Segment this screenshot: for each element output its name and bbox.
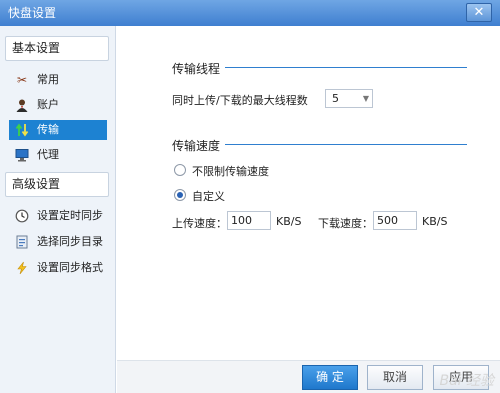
download-speed-unit: KB/S — [422, 215, 448, 228]
speed-divider — [225, 144, 467, 145]
max-threads-label: 同时上传/下载的最大线程数 — [172, 94, 308, 107]
sidebar-item-label: 设置同步格式 — [37, 261, 103, 274]
title-bar: 快盘设置 ✕ — [0, 0, 500, 26]
lightning-icon — [15, 261, 29, 275]
folder-icon — [15, 235, 29, 249]
advanced-settings-header[interactable]: 高级设置 — [5, 172, 109, 197]
close-button[interactable]: ✕ — [466, 3, 492, 22]
sidebar-item-label: 传输 — [37, 123, 59, 136]
tools-icon: ✂ — [16, 73, 28, 87]
window-title: 快盘设置 — [8, 6, 57, 20]
sidebar-item-label: 代理 — [37, 148, 59, 161]
sidebar-item-label: 设置定时同步 — [37, 209, 103, 222]
custom-speed-radio[interactable] — [174, 189, 186, 201]
sidebar: 基本设置 ✂ 常用 账户 传输 代理 高级设置 设置定时同步 选择同步目录 设置… — [0, 26, 116, 393]
max-threads-select[interactable]: 5 ▼ — [325, 89, 373, 108]
watermark: Bai 经验 — [439, 373, 494, 389]
basic-settings-header[interactable]: 基本设置 — [5, 36, 109, 61]
download-speed-input[interactable]: 500 — [373, 211, 417, 230]
download-speed-label: 下载速度： — [318, 217, 373, 230]
chevron-down-icon: ▼ — [362, 94, 369, 103]
sidebar-item-transfer[interactable]: 传输 — [9, 120, 107, 140]
sidebar-item-account[interactable]: 账户 — [9, 95, 107, 115]
monitor-icon — [15, 148, 29, 162]
speed-group-title: 传输速度 — [172, 139, 221, 153]
custom-speed-label[interactable]: 自定义 — [192, 188, 225, 204]
sidebar-item-label: 账户 — [37, 98, 59, 111]
upload-speed-input[interactable]: 100 — [227, 211, 271, 230]
transfer-icon — [15, 123, 29, 137]
sidebar-item-proxy[interactable]: 代理 — [9, 145, 107, 165]
unlimited-speed-label[interactable]: 不限制传输速度 — [192, 163, 269, 179]
sidebar-item-label: 常用 — [37, 73, 59, 86]
clock-icon — [15, 209, 29, 223]
threads-group-title: 传输线程 — [172, 62, 221, 76]
close-icon: ✕ — [473, 5, 485, 20]
ok-button[interactable]: 确 定 — [302, 365, 358, 390]
user-icon — [15, 98, 29, 112]
sidebar-item-scheduled-sync[interactable]: 设置定时同步 — [9, 206, 107, 226]
transfer-settings-panel: 传输线程 同时上传/下载的最大线程数 5 ▼ 传输速度 不限制传输速度 自定义 … — [117, 26, 500, 360]
upload-speed-unit: KB/S — [276, 215, 302, 228]
sidebar-item-general[interactable]: ✂ 常用 — [9, 70, 107, 90]
max-threads-value: 5 — [332, 92, 339, 105]
upload-speed-label: 上传速度： — [172, 217, 227, 230]
sidebar-item-sync-directory[interactable]: 选择同步目录 — [9, 232, 107, 252]
threads-divider — [225, 67, 467, 68]
settings-window: 快盘设置 ✕ 基本设置 ✂ 常用 账户 传输 代理 高级设置 设置定时同步 选择… — [0, 0, 500, 393]
sidebar-item-label: 选择同步目录 — [37, 235, 103, 248]
cancel-button[interactable]: 取消 — [367, 365, 423, 390]
unlimited-speed-radio[interactable] — [174, 164, 186, 176]
sidebar-item-sync-format[interactable]: 设置同步格式 — [9, 258, 107, 278]
